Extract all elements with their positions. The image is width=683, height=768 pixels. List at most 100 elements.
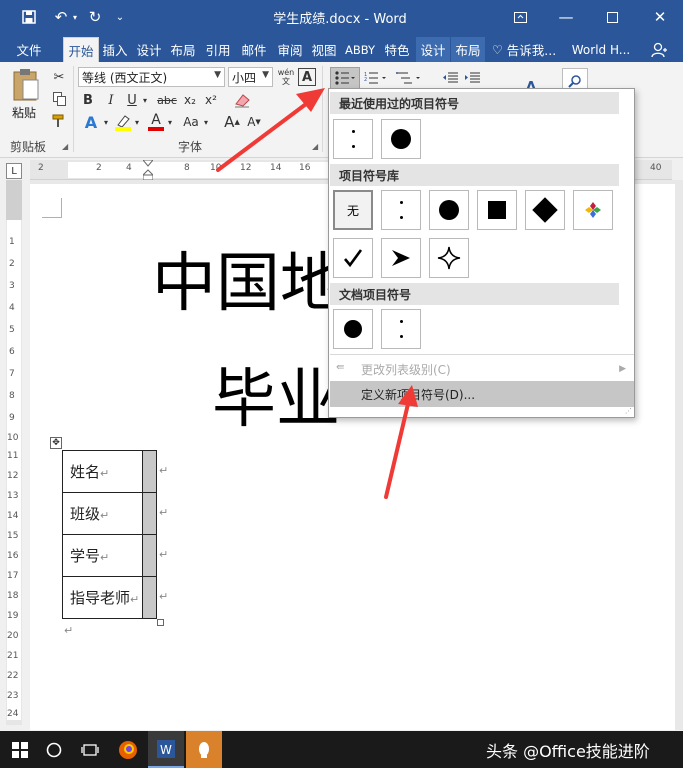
table-cell-selected[interactable] (142, 576, 157, 619)
bullet-none[interactable]: 无 (333, 190, 373, 230)
tab-references[interactable]: 引用 (201, 37, 235, 62)
recent-bullet-colon[interactable] (333, 119, 373, 159)
cut-icon[interactable]: ✂ (50, 68, 68, 86)
task-view-icon[interactable] (72, 731, 108, 768)
text-effects-dropdown-icon[interactable]: ▾ (102, 112, 110, 132)
character-border-button[interactable]: A (298, 68, 316, 86)
table-move-handle-icon[interactable]: ✥ (50, 437, 62, 449)
bullet-arrowhead[interactable] (381, 238, 421, 278)
numbering-icon[interactable]: 12 (362, 68, 390, 88)
table-cell-selected[interactable] (142, 450, 157, 493)
app-taskbar-icon[interactable] (186, 731, 222, 768)
table-resize-handle[interactable] (157, 619, 164, 626)
customize-qat-icon[interactable]: ⌄ (112, 0, 128, 34)
undo-icon[interactable]: ↶ (50, 0, 72, 34)
tab-review[interactable]: 审阅 (273, 37, 307, 62)
clipboard-launcher-icon[interactable]: ◢ (62, 142, 68, 151)
format-painter-icon[interactable] (50, 112, 68, 130)
table-cell[interactable]: 班级↵ (62, 492, 143, 535)
ribbon-display-options-icon[interactable] (497, 0, 543, 34)
bullet-colon[interactable] (381, 190, 421, 230)
define-new-bullet-item[interactable]: 定义新项目符号(D)... (330, 381, 634, 407)
phonetic-guide-button[interactable]: wén 文 (276, 66, 296, 88)
close-icon[interactable]: ✕ (637, 0, 683, 34)
tab-file[interactable]: 文件 (6, 37, 52, 62)
tab-mailings[interactable]: 邮件 (237, 37, 271, 62)
text-effects-icon[interactable]: A (80, 112, 102, 132)
superscript-button[interactable]: x² (202, 91, 220, 109)
clear-formatting-icon[interactable] (232, 90, 252, 110)
minimize-icon[interactable]: — (543, 0, 589, 34)
tab-abbyy[interactable]: ABBY (342, 37, 378, 62)
highlight-icon[interactable] (113, 112, 133, 132)
search-circle-icon[interactable] (36, 731, 72, 768)
document-heading-line1[interactable]: 中国地 (152, 232, 344, 324)
font-color-dropdown-icon[interactable]: ▾ (166, 112, 174, 132)
document-heading-line2[interactable]: 毕业 (212, 348, 340, 440)
document-bullet-disc[interactable] (333, 309, 373, 349)
bullet-square[interactable] (477, 190, 517, 230)
multilevel-list-icon[interactable] (394, 68, 424, 88)
tab-table-design[interactable]: 设计 (416, 37, 450, 62)
font-size-dropdown-icon[interactable]: ▼ (262, 70, 269, 80)
strikethrough-button[interactable]: abc (155, 91, 179, 109)
start-windows-icon[interactable] (2, 731, 38, 768)
recent-bullet-disc[interactable] (381, 119, 421, 159)
copy-icon[interactable] (50, 90, 68, 108)
bullet-four-diamond[interactable] (573, 190, 613, 230)
redo-icon[interactable]: ↻ (84, 0, 106, 34)
row-end-mark: ↵ (159, 548, 169, 561)
change-case-button[interactable]: Aa (180, 112, 202, 132)
font-launcher-icon[interactable]: ◢ (312, 142, 318, 151)
bullet-four-point-star[interactable] (429, 238, 469, 278)
grow-font-button[interactable]: A ▲ (224, 112, 240, 132)
font-name-combobox[interactable]: 等线 (西文正文) ▼ (78, 67, 225, 87)
maximize-icon[interactable] (589, 0, 635, 34)
menu-resize-grip-icon[interactable]: ⋰ (625, 407, 632, 415)
table-cell[interactable]: 指导老师↵ (62, 576, 143, 619)
table-cell-selected[interactable] (142, 534, 157, 577)
bullet-disc[interactable] (429, 190, 469, 230)
tab-table-layout[interactable]: 布局 (451, 37, 485, 62)
table-cell[interactable]: 姓名↵ (62, 450, 143, 493)
word-taskbar-icon[interactable]: W (148, 731, 184, 768)
left-indent-marker[interactable] (141, 159, 155, 181)
save-icon[interactable] (18, 0, 40, 34)
tab-design[interactable]: 设计 (133, 37, 165, 62)
bullet-diamond[interactable] (525, 190, 565, 230)
tab-insert[interactable]: 插入 (99, 37, 131, 62)
document-bullet-colon[interactable] (381, 309, 421, 349)
highlight-dropdown-icon[interactable]: ▾ (133, 112, 141, 132)
tab-layout[interactable]: 布局 (167, 37, 199, 62)
table-cell[interactable]: 学号↵ (62, 534, 143, 577)
tab-view[interactable]: 视图 (308, 37, 340, 62)
decrease-indent-icon[interactable] (440, 68, 460, 88)
underline-button[interactable]: U (125, 91, 139, 109)
increase-indent-icon[interactable] (462, 68, 482, 88)
font-color-letter: A (151, 112, 161, 128)
row-end-mark: ↵ (159, 506, 169, 519)
table-cell-selected[interactable] (142, 492, 157, 535)
subscript-button[interactable]: x₂ (181, 91, 199, 109)
bullet-checkmark[interactable] (333, 238, 373, 278)
change-list-level-item[interactable]: ⇚ 更改列表级别(C) ▶ (330, 356, 634, 382)
font-size-combobox[interactable]: 小四 ▼ (228, 67, 273, 87)
bullets-button[interactable] (330, 67, 360, 89)
undo-dropdown-icon[interactable]: ▾ (70, 0, 80, 34)
italic-button[interactable]: I (104, 91, 118, 109)
bold-button[interactable]: B (81, 91, 95, 109)
tab-home[interactable]: 开始 (63, 37, 99, 62)
font-name-dropdown-icon[interactable]: ▼ (214, 70, 221, 80)
vertical-ruler[interactable]: 1 2 3 4 5 6 7 8 9 10 11 12 13 14 15 16 1… (6, 180, 22, 725)
share-user-icon[interactable] (642, 37, 676, 62)
tab-special[interactable]: 特色 (380, 37, 414, 62)
account-name[interactable]: World H... (568, 37, 634, 62)
font-color-button[interactable]: A (146, 112, 166, 132)
underline-dropdown-icon[interactable]: ▾ (140, 91, 150, 109)
shrink-font-button[interactable]: A ▼ (246, 112, 262, 132)
firefox-icon[interactable] (110, 731, 146, 768)
tab-stop-selector[interactable]: L (6, 163, 22, 179)
change-case-dropdown-icon[interactable]: ▾ (202, 112, 210, 132)
tell-me-box[interactable]: ♡ 告诉我... (492, 37, 566, 62)
paste-button[interactable]: 粘贴 (6, 66, 46, 122)
